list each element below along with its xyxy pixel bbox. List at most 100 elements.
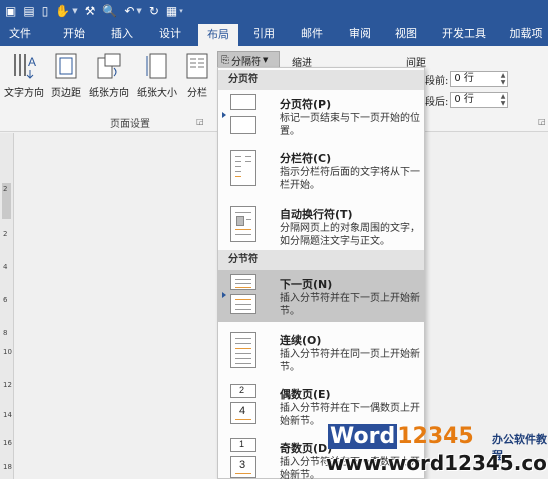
size-icon [144,52,170,80]
orientation-label: 纸张方向 [89,88,129,99]
spinner-icon[interactable]: ▲ ▼ [501,93,506,107]
ruler-number: 2 [3,230,8,238]
ruler-number: 18 [3,463,12,471]
page-break-icon [228,94,258,134]
orientation-icon [96,52,122,80]
columns-button[interactable]: 分栏 [182,52,212,99]
quick-access-toolbar: ▣ ▤ ▯ ✋ ▼ ⚒ 🔍 ↶ ▼ ↻ ▦ ▾ [0,0,548,22]
ruler-number: 4 [3,263,8,271]
tab-view[interactable]: 视图 [386,22,426,46]
watermark-brand: Word12345 [328,424,474,449]
dialog-launcher-icon[interactable]: ◲ [196,117,204,126]
text-direction-label: 文字方向 [4,88,44,99]
menu-item-title: 自动换行符(T) [280,208,353,221]
menu-item-title: 偶数页(E) [280,388,331,401]
margins-icon [53,52,79,80]
vertical-ruler: 2 2 4 6 8 10 12 14 16 18 [0,133,14,479]
customize-icon[interactable]: ▾ [179,7,183,15]
tab-design[interactable]: 设计 [150,22,190,46]
print-preview-icon[interactable]: 🔍 [102,4,117,18]
tab-addins[interactable]: 加载项 [504,22,548,46]
spacing-after-value: 0 行 [454,94,474,105]
continuous-section-icon [228,330,258,370]
menu-item-title: 连续(O) [280,334,322,347]
ruler-number: 2 [3,185,8,193]
ruler-number: 14 [3,411,12,419]
columns-label: 分栏 [187,88,207,99]
margins-label: 页边距 [51,88,81,99]
tab-home[interactable]: 开始 [52,22,96,46]
even-page-section-icon: 2 4 [228,384,258,424]
menu-item-page-break[interactable]: 分页符(P) 标记一页结束与下一页开始的位置。 [218,90,424,142]
size-button[interactable]: 纸张大小 [134,52,180,99]
spacing-after-row: 段后: 0 行 ▲ ▼ [425,92,509,108]
new-doc-icon[interactable]: ▯ [42,4,49,18]
ruler-number: 8 [3,329,8,337]
chevron-down-icon[interactable]: ▼ [136,7,141,15]
tab-mailings[interactable]: 邮件 [292,22,332,46]
text-direction-button[interactable]: A 文字方向 [2,52,46,99]
breaks-icon: ⎘ [221,54,229,66]
ruler-number: 16 [3,439,12,447]
tab-insert[interactable]: 插入 [104,22,140,46]
spinner-icon[interactable]: ▲ ▼ [501,72,506,86]
chevron-down-icon[interactable]: ▼ [72,7,77,15]
undo-icon[interactable]: ↶ [124,4,134,18]
spacing-after-label: 段后: [425,96,449,108]
menu-item-desc: 指示分栏符后面的文字将从下一栏开始。 [280,167,420,191]
menu-item-title: 分页符(P) [280,98,332,111]
format-painter-icon[interactable]: ⚒ [85,4,96,18]
margins-button[interactable]: 页边距 [48,52,84,99]
menu-item-desc: 分隔网页上的对象周围的文字，如分隔题注文字与正文。 [280,223,420,247]
tab-references[interactable]: 引用 [246,22,282,46]
ruler-number: 10 [3,348,12,356]
section-breaks-header: 分节符 [218,250,424,270]
svg-text:A: A [28,55,36,69]
pointer-icon [222,112,226,118]
tab-file[interactable]: 文件 [0,22,40,46]
menu-item-column-break[interactable]: 分栏符(C) 指示分栏符后面的文字将从下一栏开始。 [218,144,424,196]
ruler-number: 6 [3,296,8,304]
watermark: Word12345 办公软件教程 www.word12345.com [322,422,548,479]
window-icon[interactable]: ▦ [166,4,177,18]
spacing-before-value: 0 行 [454,73,474,84]
spacing-after-field[interactable]: 0 行 ▲ ▼ [450,92,509,108]
menu-item-desc: 插入分节符并在同一页上开始新节。 [280,349,420,373]
menu-item-text-wrapping-break[interactable]: 自动换行符(T) 分隔网页上的对象周围的文字，如分隔题注文字与正文。 [218,200,424,252]
touch-mode-icon[interactable]: ✋ [55,4,70,18]
spacing-before-row: 段前: 0 行 ▲ ▼ [425,71,509,87]
tab-layout[interactable]: 布局 [198,24,238,46]
spacing-before-label: 段前: [425,75,449,87]
orientation-button[interactable]: 纸张方向 [86,52,132,99]
page-setup-group-label: 页面设置 [110,119,150,130]
menu-item-title: 下一页(N) [280,278,333,291]
open-icon[interactable]: ▤ [23,4,34,18]
columns-icon [184,52,210,80]
chevron-down-icon: ▼ [263,56,269,64]
page-breaks-header: 分页符 [218,70,424,90]
column-break-icon [228,148,258,188]
breaks-menu: 分页符 分页符(P) 标记一页结束与下一页开始的位置。 分栏符(C) 指示分栏符… [217,67,425,479]
watermark-url: www.word12345.com [326,451,548,475]
ruler-number: 12 [3,381,12,389]
menu-item-desc: 标记一页结束与下一页开始的位置。 [280,113,420,137]
menu-item-continuous[interactable]: 连续(O) 插入分节符并在同一页上开始新节。 [218,326,424,378]
redo-icon[interactable]: ↻ [149,4,159,18]
tab-review[interactable]: 审阅 [340,22,380,46]
odd-page-section-icon: 1 3 [228,438,258,478]
text-direction-icon: A [11,52,37,80]
breaks-label: 分隔符 [231,56,261,68]
menu-item-title: 分栏符(C) [280,152,332,165]
watermark-brand-prefix: Word [328,424,398,449]
size-label: 纸张大小 [137,88,177,99]
tab-developer[interactable]: 开发工具 [432,22,496,46]
save-icon[interactable]: ▣ [5,4,16,18]
menu-item-desc: 插入分节符并在下一页上开始新节。 [280,293,420,317]
watermark-brand-digits: 12345 [397,424,474,449]
menu-item-next-page[interactable]: 下一页(N) 插入分节符并在下一页上开始新节。 [218,270,424,322]
pointer-icon [222,292,226,298]
ribbon-tabs: 文件 开始 插入 设计 布局 引用 邮件 审阅 视图 开发工具 加载项 [0,22,548,46]
spacing-before-field[interactable]: 0 行 ▲ ▼ [450,71,509,87]
text-wrapping-break-icon [228,204,258,244]
dialog-launcher-icon[interactable]: ◲ [538,117,546,126]
